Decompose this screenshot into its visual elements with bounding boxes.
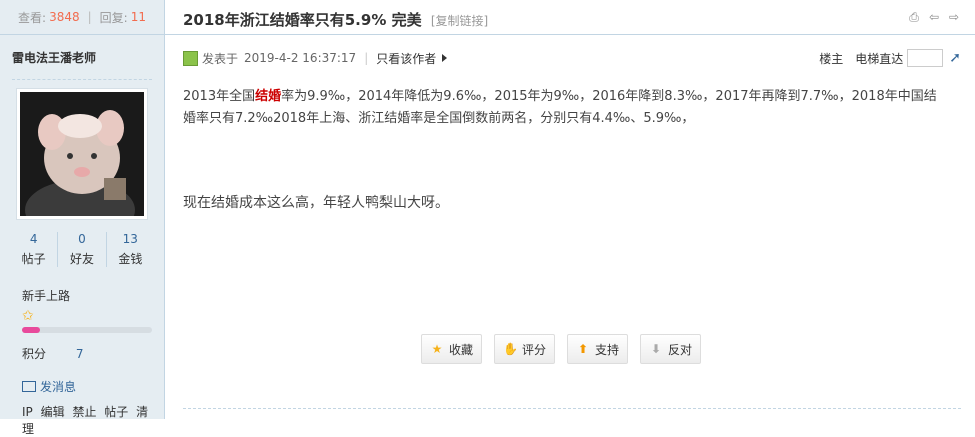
user-rank[interactable]: 新手上路 <box>22 287 164 304</box>
favorite-button[interactable]: ★ 收藏 <box>421 334 483 364</box>
oppose-button[interactable]: ⬇ 反对 <box>640 334 702 364</box>
print-icon[interactable]: ⎙ <box>907 10 921 25</box>
envelope-icon <box>22 381 36 392</box>
credit-label: 积分 <box>22 347 47 361</box>
elevator-label: 电梯直达 <box>855 51 904 66</box>
info-separator: | <box>364 51 369 65</box>
favorite-label: 收藏 <box>449 342 474 357</box>
rate-button[interactable]: ✋ 评分 <box>494 334 556 364</box>
posted-time: 2019-4-2 16:37:17 <box>244 51 357 65</box>
avatar-image <box>20 92 144 216</box>
replies-label: 回复: <box>99 10 128 25</box>
count-label: 好友 <box>69 252 94 266</box>
post-divider <box>183 408 961 409</box>
floor-tools: 楼主 电梯直达 ➚ <box>819 49 961 67</box>
posted-label: 发表于 <box>202 51 239 66</box>
admin-link-ban[interactable]: 禁止 <box>72 405 96 419</box>
send-message-link[interactable]: 发消息 <box>22 378 164 395</box>
admin-link-edit[interactable]: 编辑 <box>41 405 65 419</box>
support-label: 支持 <box>595 342 620 357</box>
previous-thread-icon[interactable]: ⇦ <box>927 10 941 25</box>
rate-label: 评分 <box>522 342 547 357</box>
count-posts[interactable]: 4 帖子 <box>10 232 59 267</box>
avatar[interactable] <box>20 92 144 216</box>
count-value: 0 <box>78 232 86 246</box>
post-body-line2: 现在结婚成本这么高，年轻人鸭梨山大呀。 <box>183 195 449 211</box>
credit-row: 积分 7 <box>22 345 164 362</box>
oppose-label: 反对 <box>668 342 693 357</box>
post-text-rest: 率为9.9‰，2014年降低为9.6‰，2015年为9‰，2016年降到8.3‰… <box>183 89 937 126</box>
highlight-keyword[interactable]: 结婚 <box>255 89 281 104</box>
author-counts: 4 帖子 0 好友 13 金钱 <box>10 232 154 267</box>
caret-right-icon <box>442 54 448 62</box>
admin-link-posts[interactable]: 帖子 <box>104 405 128 419</box>
count-label: 金钱 <box>118 252 143 266</box>
star-icon: ★ <box>431 342 443 356</box>
thumb-icon: ✋ <box>503 342 518 356</box>
post-info-bar: 发表于 2019-4-2 16:37:17 | 只看该作者 楼主 电梯直达 ➚ <box>183 48 961 68</box>
stats-separator: | <box>87 10 92 24</box>
floor-jump-input[interactable] <box>907 49 944 67</box>
rank-progress-fill <box>22 327 41 333</box>
go-arrow-icon[interactable]: ➚ <box>949 50 961 66</box>
avatar-frame[interactable] <box>16 88 148 220</box>
thread-title: 2018年浙江结婚率只有5.9% 完美 [复制链接] <box>183 9 488 30</box>
count-label: 帖子 <box>21 252 46 266</box>
support-button[interactable]: ⬆ 支持 <box>567 334 629 364</box>
admin-links: IP 编辑 禁止 帖子 清理 <box>22 403 164 437</box>
post-body: 2013年全国结婚率为9.9‰，2014年降低为9.6‰，2015年为9‰，20… <box>183 86 943 130</box>
arrow-up-icon: ⬆ <box>578 342 589 356</box>
post-actions: ★ 收藏 ✋ 评分 ⬆ 支持 ⬇ 反对 <box>421 334 702 364</box>
thread-stats: 查看: 3848 | 回复: 11 <box>0 0 164 35</box>
copy-link-button[interactable]: [复制链接] <box>431 14 488 28</box>
count-value: 13 <box>122 232 138 246</box>
views-label: 查看: <box>18 10 47 25</box>
post-main: 2018年浙江结婚率只有5.9% 完美 [复制链接] ⎙ ⇦ ⇨ 发表于 201… <box>165 0 975 419</box>
arrow-down-icon: ⬇ <box>651 342 662 356</box>
post-text-start: 2013年全国 <box>183 89 256 104</box>
thread-title-text: 2018年浙江结婚率只有5.9% 完美 <box>183 11 422 29</box>
count-value: 4 <box>29 232 38 246</box>
send-message-label: 发消息 <box>40 380 77 394</box>
floor-label: 楼主 <box>819 51 844 66</box>
author-name[interactable]: 雷电法王潘老师 <box>12 35 152 80</box>
admin-link-ip[interactable]: IP <box>22 405 33 419</box>
thread-titlebar: 2018年浙江结婚率只有5.9% 完美 [复制链接] ⎙ ⇦ ⇨ <box>165 0 975 35</box>
count-friends[interactable]: 0 好友 <box>58 232 107 267</box>
rank-progress-bar <box>22 327 152 333</box>
author-sidebar: 查看: 3848 | 回复: 11 雷电法王潘老师 4 帖子 0 好友 13 金… <box>0 0 165 436</box>
replies-count: 11 <box>130 10 146 24</box>
online-status-icon <box>183 50 198 66</box>
count-money[interactable]: 13 金钱 <box>107 232 154 267</box>
views-count: 3848 <box>49 10 80 24</box>
next-thread-icon[interactable]: ⇨ <box>947 10 961 25</box>
star-icon: ✩ <box>22 308 34 324</box>
thread-tools: ⎙ ⇦ ⇨ <box>907 10 961 25</box>
credit-value[interactable]: 7 <box>76 347 84 361</box>
only-author-link[interactable]: 只看该作者 <box>376 50 436 67</box>
